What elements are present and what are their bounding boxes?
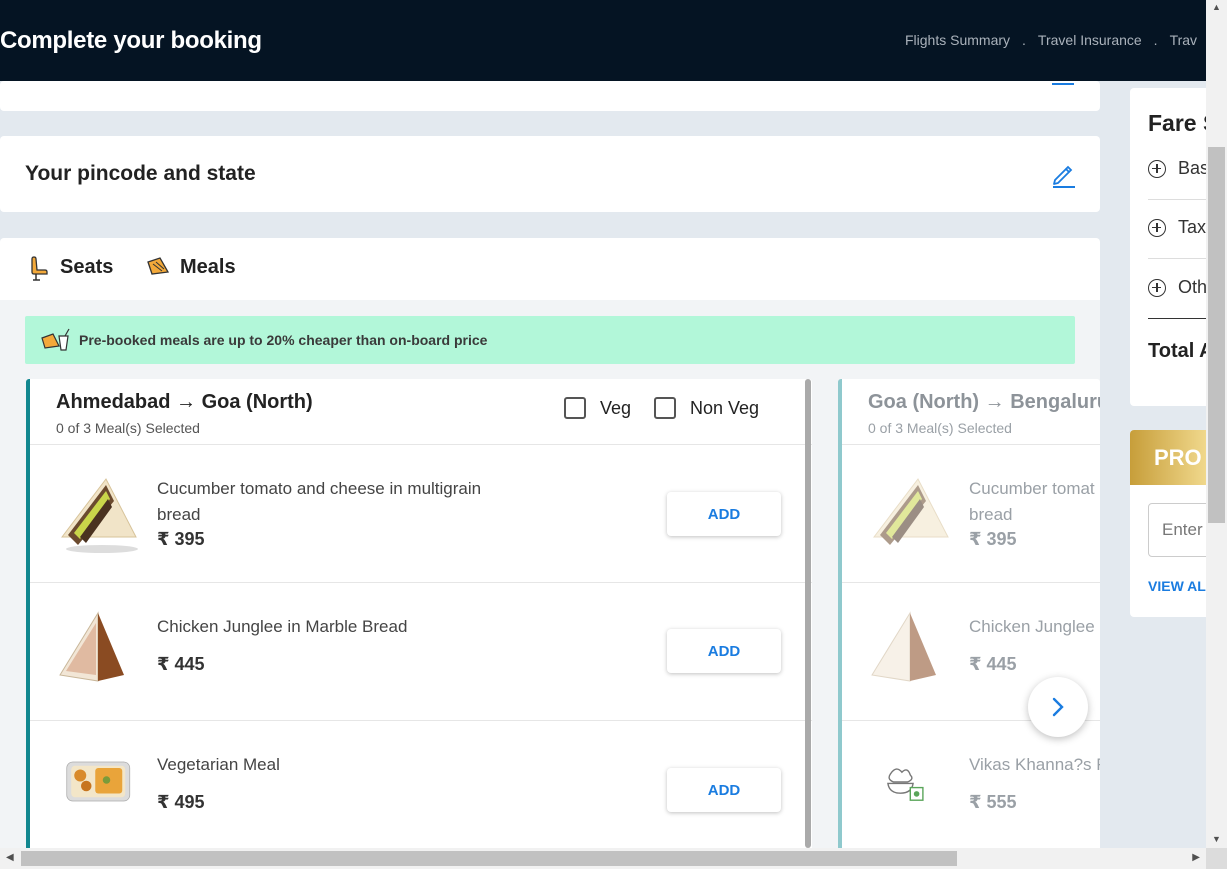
promo-code-input[interactable]: Enter bbox=[1148, 503, 1206, 557]
banner-text: Pre-booked meals are up to 20% cheaper t… bbox=[79, 332, 488, 348]
scroll-up-arrow-icon[interactable]: ▲ bbox=[1212, 2, 1221, 12]
promo-title: PRO bbox=[1130, 430, 1206, 485]
meal-item: Vegetarian Meal ₹ 495 ADD bbox=[30, 721, 812, 848]
add-meal-button[interactable]: ADD bbox=[667, 629, 781, 673]
page-title: Complete your booking bbox=[0, 26, 262, 54]
tab-meals-label: Meals bbox=[180, 256, 236, 278]
meal-name: Cucumber tomat bread bbox=[969, 479, 1095, 524]
fare-item-label: Tax bbox=[1178, 217, 1206, 237]
step-travellers[interactable]: Trav bbox=[1170, 32, 1197, 48]
seat-icon bbox=[31, 256, 48, 281]
route-card-goa-bengaluru: Goa (North) → Bengaluru 0 of 3 Meal(s) S… bbox=[838, 379, 1100, 848]
meal-tray-image bbox=[66, 761, 131, 802]
view-all-promos-link[interactable]: VIEW AL bbox=[1148, 578, 1206, 594]
divider bbox=[1148, 258, 1206, 259]
meal-name: Chicken Junglee in Marble Bread bbox=[157, 617, 408, 636]
page-vertical-scrollbar[interactable]: ▲ ▼ bbox=[1206, 0, 1227, 848]
pincode-card: Your pincode and state bbox=[0, 136, 1100, 212]
route-selection-count: 0 of 3 Meal(s) Selected bbox=[56, 420, 200, 436]
nonveg-filter-label: Non Veg bbox=[690, 397, 760, 418]
meal-icon bbox=[147, 257, 170, 275]
pincode-heading: Your pincode and state bbox=[25, 162, 256, 185]
meal-price: ₹ 395 bbox=[157, 529, 205, 549]
sandwich-image bbox=[59, 611, 124, 682]
sandwich-image bbox=[871, 611, 936, 682]
fare-item-label: Bas bbox=[1178, 158, 1206, 178]
fare-total-label: Total A bbox=[1148, 340, 1206, 362]
veg-filter-label: Veg bbox=[600, 397, 632, 418]
meal-item: Cucumber tomato and cheese in multigrain… bbox=[30, 445, 812, 583]
checkbox[interactable] bbox=[564, 397, 586, 419]
meal-price: ₹ 495 bbox=[157, 792, 205, 812]
meal-price: ₹ 445 bbox=[157, 654, 205, 674]
meal-item: Vikas Khanna?s F ₹ 555 bbox=[842, 721, 1100, 848]
page-header: Complete your booking Flights Summary . … bbox=[0, 0, 1206, 81]
fare-summary-title: Fare S bbox=[1148, 110, 1206, 136]
fare-base-toggle[interactable]: Bas bbox=[1148, 158, 1206, 179]
meal-drink-icon bbox=[41, 328, 70, 351]
route-header: Goa (North) → Bengaluru 0 of 3 Meal(s) S… bbox=[842, 379, 1100, 445]
nonveg-filter-checkbox[interactable]: Non Veg bbox=[654, 397, 759, 419]
scrollbar-thumb[interactable] bbox=[1208, 147, 1225, 523]
add-meal-button[interactable]: ADD bbox=[667, 492, 781, 536]
meal-item: Cucumber tomat bread ₹ 395 bbox=[842, 445, 1100, 583]
meal-discount-banner: Pre-booked meals are up to 20% cheaper t… bbox=[25, 316, 1075, 364]
breadcrumb-separator: . bbox=[1022, 32, 1026, 48]
meal-list-scrollbar[interactable] bbox=[805, 379, 811, 848]
divider bbox=[1148, 318, 1206, 319]
fare-taxes-toggle[interactable]: Tax bbox=[1148, 217, 1206, 238]
meal-name: Vegetarian Meal bbox=[157, 755, 280, 774]
chevron-right-icon bbox=[1052, 697, 1064, 717]
fare-item-label: Oth bbox=[1178, 277, 1206, 297]
promo-card: PRO Enter VIEW AL bbox=[1130, 430, 1206, 617]
edit-link-underline[interactable] bbox=[1052, 83, 1074, 85]
scrollbar-thumb[interactable] bbox=[21, 851, 957, 866]
sandwich-image bbox=[60, 478, 138, 553]
meals-panel: Pre-booked meals are up to 20% cheaper t… bbox=[0, 300, 1100, 848]
add-meal-button[interactable]: ADD bbox=[667, 768, 781, 812]
tab-seats-label: Seats bbox=[60, 256, 114, 278]
route-header: Ahmedabad → Goa (North) 0 of 3 Meal(s) S… bbox=[30, 379, 812, 445]
scroll-right-arrow-icon[interactable]: ▶ bbox=[1192, 852, 1200, 863]
divider bbox=[1148, 199, 1206, 200]
route-selection-count: 0 of 3 Meal(s) Selected bbox=[868, 420, 1012, 436]
route-title: Ahmedabad → Goa (North) bbox=[56, 391, 313, 413]
next-route-button[interactable] bbox=[1028, 677, 1088, 737]
breadcrumb-separator: . bbox=[1153, 32, 1158, 48]
meal-price: ₹ 555 bbox=[969, 792, 1017, 812]
step-flights-summary[interactable]: Flights Summary bbox=[905, 32, 1010, 48]
previous-section-card bbox=[0, 81, 1100, 111]
meal-name: Vikas Khanna?s F bbox=[969, 755, 1100, 774]
sandwich-image bbox=[872, 478, 949, 545]
route-card-ahmedabad-goa: Ahmedabad → Goa (North) 0 of 3 Meal(s) S… bbox=[26, 379, 812, 848]
plus-circle-icon bbox=[1148, 278, 1166, 297]
fare-other-toggle[interactable]: Oth bbox=[1148, 277, 1206, 298]
meal-price: ₹ 395 bbox=[969, 529, 1017, 549]
checkbox[interactable] bbox=[654, 397, 676, 419]
scroll-down-arrow-icon[interactable]: ▼ bbox=[1212, 834, 1221, 844]
addons-tabs: Seats Meals bbox=[0, 238, 1100, 316]
veg-salad-icon bbox=[887, 768, 924, 801]
page-horizontal-scrollbar[interactable]: ◀ ▶ bbox=[0, 848, 1206, 869]
fare-summary-card: Fare S Bas Tax Oth Total A bbox=[1130, 88, 1206, 406]
pencil-icon[interactable] bbox=[1050, 162, 1076, 188]
breadcrumb: Flights Summary . Travel Insurance . Tra… bbox=[905, 32, 1197, 48]
step-travel-insurance[interactable]: Travel Insurance bbox=[1038, 32, 1142, 48]
route-title: Goa (North) → Bengaluru bbox=[868, 391, 1100, 413]
meal-name: Chicken Junglee i bbox=[969, 617, 1100, 636]
veg-filter-checkbox[interactable]: Veg bbox=[564, 397, 631, 419]
plus-circle-icon bbox=[1148, 159, 1166, 178]
tab-seats[interactable]: Seats bbox=[28, 256, 113, 300]
scroll-left-arrow-icon[interactable]: ◀ bbox=[6, 852, 14, 863]
scrollbar-corner bbox=[1206, 848, 1227, 869]
meal-item: Chicken Junglee in Marble Bread ₹ 445 AD… bbox=[30, 583, 812, 721]
plus-circle-icon bbox=[1148, 218, 1166, 237]
meal-name: Cucumber tomato and cheese in multigrain… bbox=[157, 479, 482, 524]
meal-price: ₹ 445 bbox=[969, 654, 1017, 674]
